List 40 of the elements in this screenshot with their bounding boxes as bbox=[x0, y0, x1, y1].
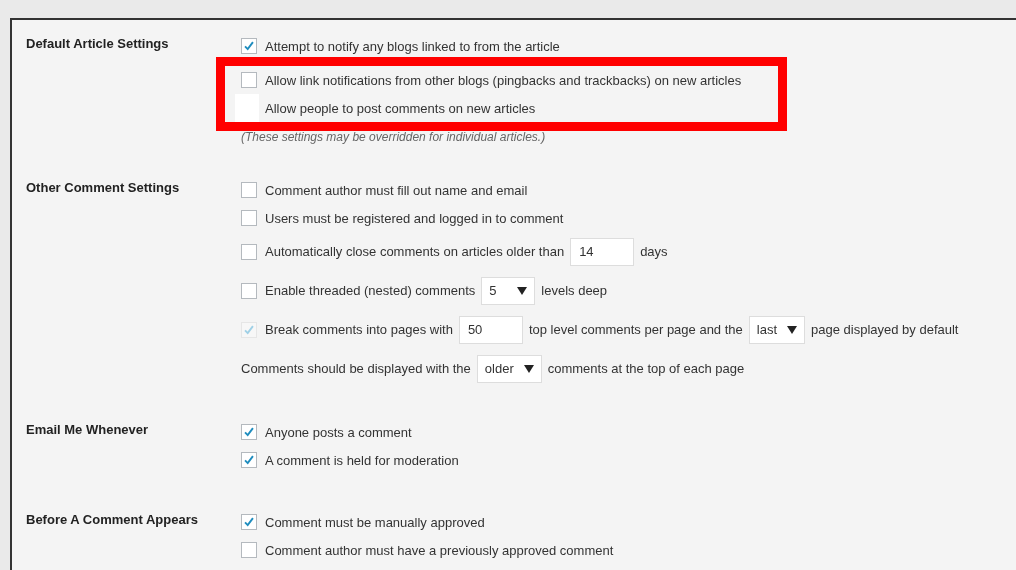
option-label: Allow link notifications from other blogs (pingbacks and trackbacks) on new articles bbox=[265, 72, 742, 88]
checkbox[interactable] bbox=[241, 542, 257, 558]
checkbox[interactable] bbox=[241, 210, 257, 226]
section-label: Before A Comment Appears bbox=[26, 511, 199, 529]
checkbox[interactable] bbox=[241, 38, 257, 54]
caret-icon bbox=[787, 325, 798, 334]
caret-icon bbox=[517, 286, 528, 295]
checkbox[interactable] bbox=[241, 243, 257, 260]
checkbox[interactable] bbox=[241, 452, 257, 468]
option-label: Enable threaded (nested) comments bbox=[265, 283, 476, 298]
settings-note: (These settings may be overridden for individual articles.) bbox=[241, 129, 547, 144]
dropdown[interactable]: older bbox=[476, 354, 542, 383]
checkbox[interactable] bbox=[241, 182, 257, 198]
option-label: top level comments per page and the bbox=[528, 322, 743, 337]
section-label: Other Comment Settings bbox=[26, 179, 181, 197]
option-label: Automatically close comments on articles older than bbox=[265, 244, 565, 259]
caret-icon bbox=[523, 364, 534, 373]
blank-patch bbox=[235, 94, 259, 122]
checkbox[interactable] bbox=[241, 514, 257, 530]
option-label: page displayed by default bbox=[811, 322, 959, 337]
option-label: Users must be registered and logged in to comment bbox=[265, 210, 564, 226]
option-label: Comment author must have a previously approved comment bbox=[265, 542, 614, 558]
section-label: Default Article Settings bbox=[26, 35, 170, 53]
option-label: Comments should be displayed with the bbox=[241, 361, 471, 376]
number-field[interactable]: 14 bbox=[570, 237, 635, 266]
checkbox[interactable] bbox=[241, 72, 257, 88]
option-label: Allow people to post comments on new articles bbox=[265, 100, 536, 116]
option-label: Comment must be manually approved bbox=[265, 514, 485, 530]
checkbox[interactable] bbox=[241, 282, 257, 299]
option-label: Anyone posts a comment bbox=[265, 424, 412, 440]
option-label: A comment is held for moderation bbox=[265, 452, 459, 468]
option-label: comments at the top of each page bbox=[547, 361, 745, 376]
option-label: Attempt to notify any blogs linked to from the article bbox=[265, 38, 560, 54]
dropdown[interactable]: 5 bbox=[481, 276, 536, 305]
section-label: Email Me Whenever bbox=[26, 421, 150, 439]
checkbox[interactable] bbox=[241, 424, 257, 440]
option-label: days bbox=[640, 244, 668, 259]
option-label: Break comments into pages with bbox=[265, 322, 453, 337]
option-label: Comment author must fill out name and email bbox=[265, 182, 528, 198]
option-label: levels deep bbox=[541, 283, 608, 298]
